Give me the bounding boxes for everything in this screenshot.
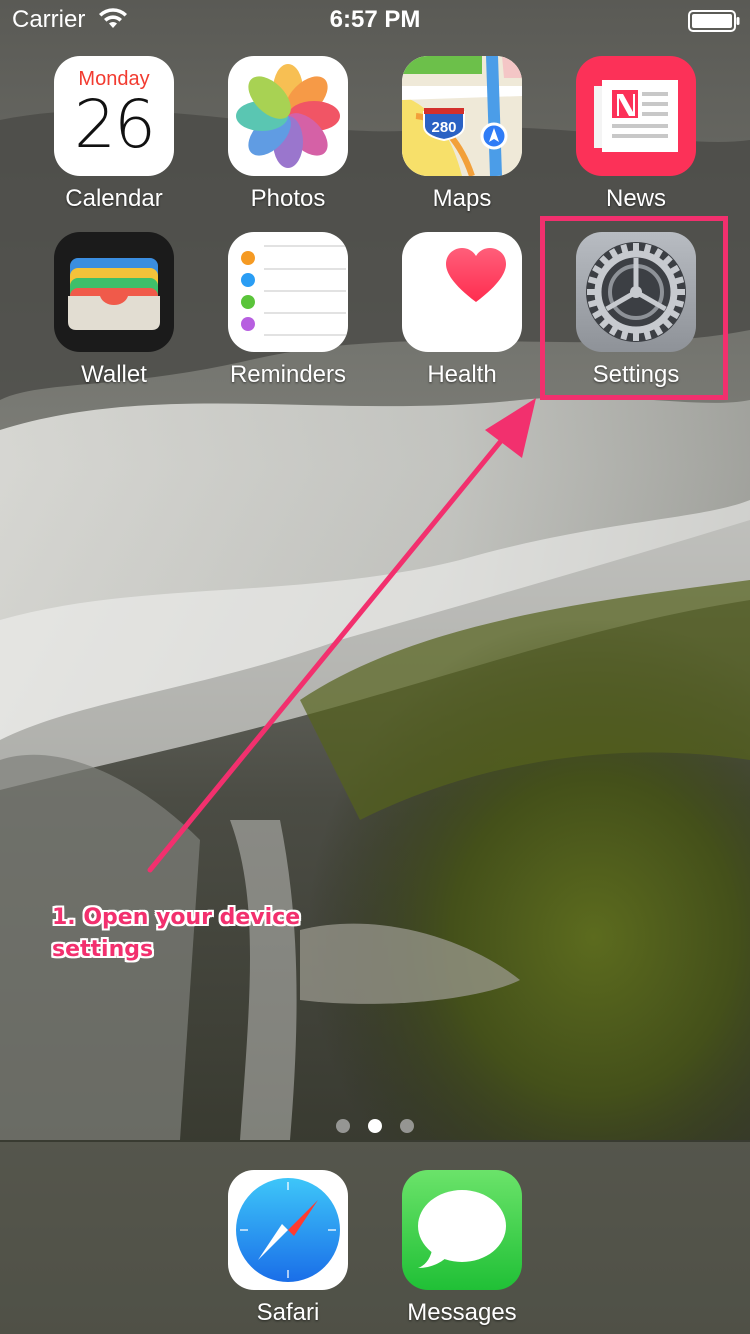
app-wallet[interactable]: Wallet xyxy=(34,232,194,390)
highlight-box xyxy=(540,216,728,400)
calendar-icon: Monday 26 xyxy=(54,56,174,176)
safari-icon xyxy=(228,1170,348,1290)
wifi-icon xyxy=(99,8,127,28)
app-safari[interactable]: Safari xyxy=(208,1170,368,1328)
app-photos[interactable]: Photos xyxy=(208,56,368,214)
status-bar: Carrier 6:57 PM xyxy=(0,0,750,40)
battery-icon xyxy=(688,10,740,32)
wallet-icon xyxy=(54,232,174,352)
calendar-date: 26 xyxy=(74,86,156,163)
annotation-text: 1. Open your device settings xyxy=(52,905,301,962)
app-maps[interactable]: 280 Maps xyxy=(382,56,542,214)
app-calendar[interactable]: Monday 26 Calendar xyxy=(34,56,194,214)
carrier-label: Carrier xyxy=(12,6,86,33)
page-indicator[interactable] xyxy=(0,1119,750,1135)
app-messages[interactable]: Messages xyxy=(382,1170,542,1328)
app-news[interactable]: News xyxy=(556,56,716,214)
page-dot xyxy=(336,1119,350,1133)
dock: Safari Messages xyxy=(0,1142,750,1334)
health-icon xyxy=(402,232,522,352)
news-icon xyxy=(576,56,696,176)
app-label: Health xyxy=(427,361,497,388)
app-label: Wallet xyxy=(81,361,147,388)
app-label: Photos xyxy=(250,185,326,212)
page-dot-active xyxy=(368,1119,382,1133)
maps-icon: 280 xyxy=(402,56,522,176)
app-reminders[interactable]: Reminders xyxy=(208,232,368,390)
app-label: Safari xyxy=(256,1299,320,1326)
app-label: Reminders xyxy=(229,361,347,388)
reminders-icon xyxy=(228,232,348,352)
app-label: Calendar xyxy=(65,185,163,212)
app-label: News xyxy=(605,185,666,212)
maps-badge-text: 280 xyxy=(431,119,456,136)
app-health[interactable]: Health xyxy=(382,232,542,390)
page-dot xyxy=(400,1119,414,1133)
app-label: Maps xyxy=(432,185,492,212)
app-label: Messages xyxy=(407,1299,517,1326)
photos-icon xyxy=(228,56,348,176)
messages-icon xyxy=(402,1170,522,1290)
